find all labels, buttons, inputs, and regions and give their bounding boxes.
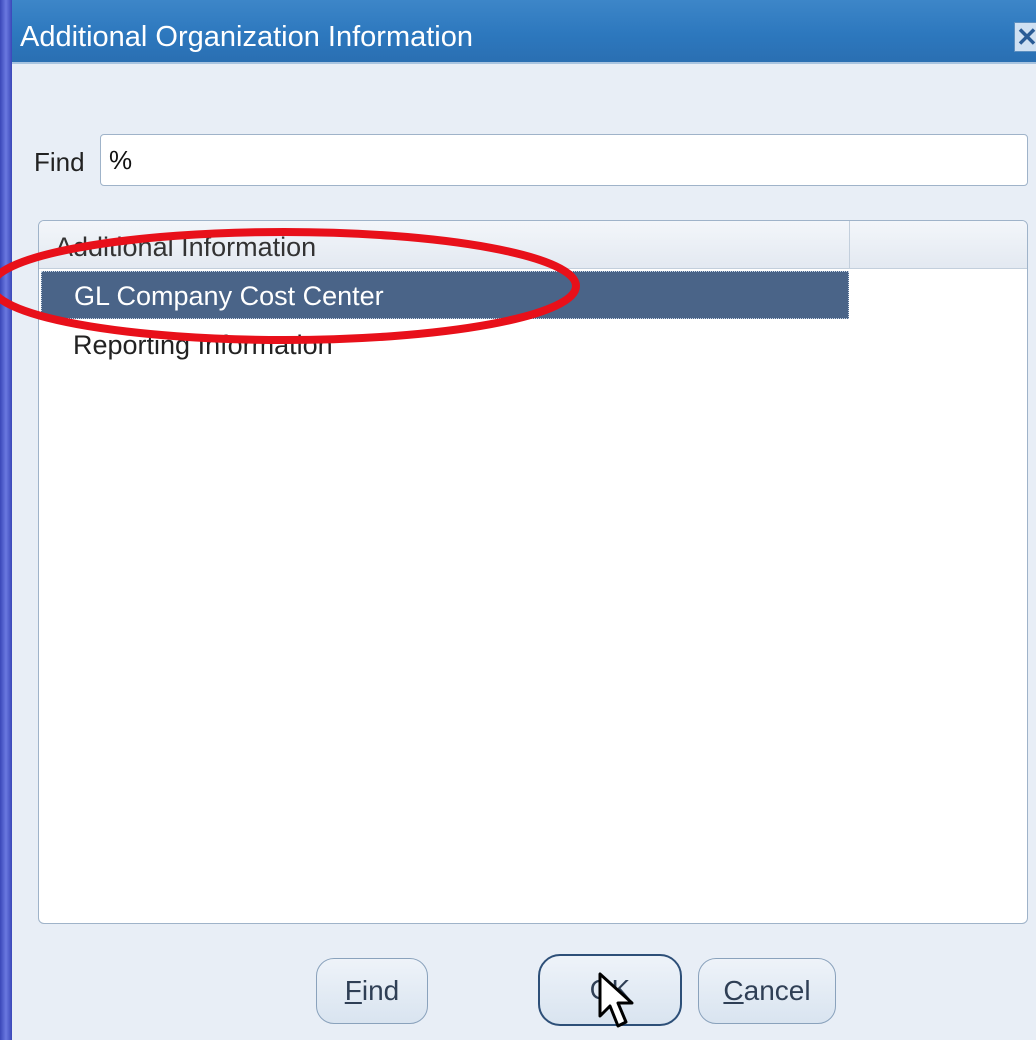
find-button[interactable]: Find xyxy=(316,958,428,1024)
column-header-additional-information[interactable]: Additional Information xyxy=(55,231,316,263)
dialog-title: Additional Organization Information xyxy=(20,21,473,53)
list-item-gl-company-cost-center[interactable]: GL Company Cost Center xyxy=(41,271,849,319)
list-header: Additional Information xyxy=(39,221,1027,269)
cancel-button-label-rest: ancel xyxy=(743,975,811,1006)
find-label: Find xyxy=(34,147,85,177)
additional-information-list: Additional Information GL Company Cost C… xyxy=(38,220,1028,924)
additional-organization-information-dialog: Additional Organization Information ✕ Fi… xyxy=(12,0,1036,1040)
find-button-mnemonic: F xyxy=(344,975,362,1006)
column-divider xyxy=(849,221,850,269)
find-button-label-rest: ind xyxy=(361,975,400,1006)
title-bar: Additional Organization Information ✕ xyxy=(12,0,1036,64)
close-icon[interactable]: ✕ xyxy=(1014,22,1036,52)
cancel-button-mnemonic: C xyxy=(723,975,744,1006)
cancel-button[interactable]: Cancel xyxy=(698,958,836,1024)
ok-button[interactable]: OK xyxy=(538,954,682,1026)
find-input[interactable] xyxy=(100,134,1028,186)
list-item-reporting-information[interactable]: Reporting Information xyxy=(41,321,849,369)
